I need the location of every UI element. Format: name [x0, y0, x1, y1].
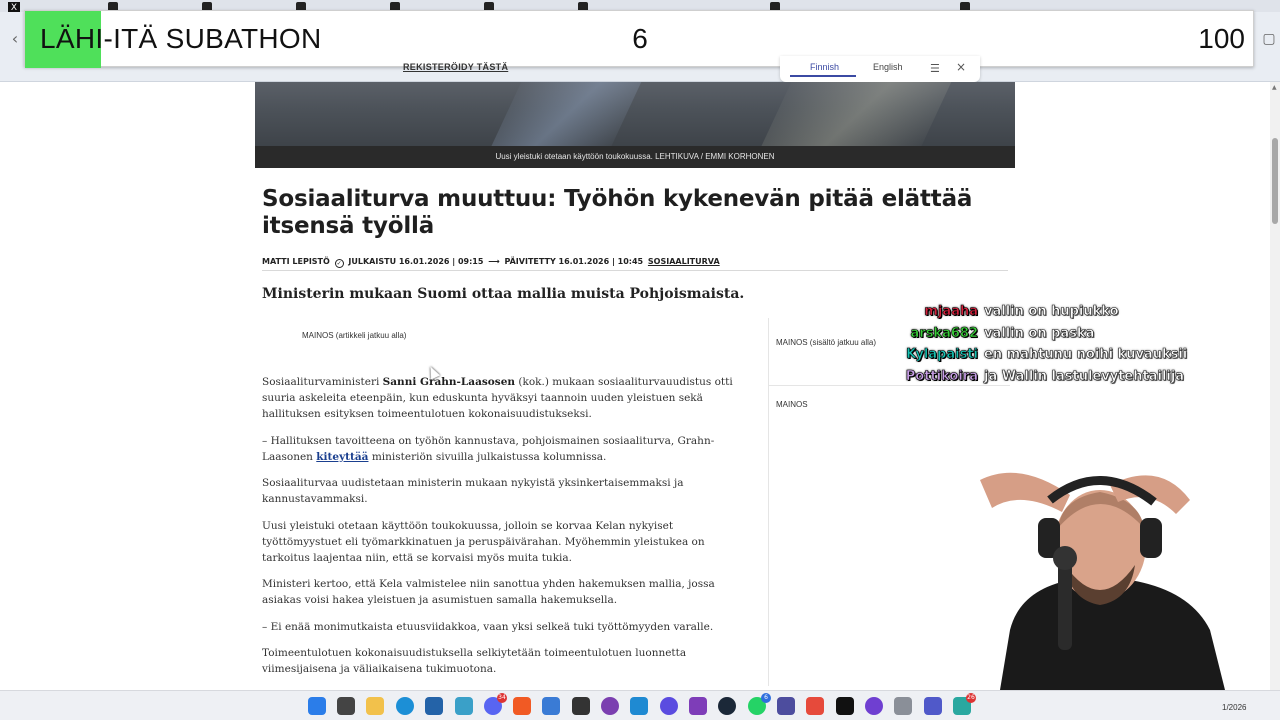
subathon-counter-right: 100 — [1198, 23, 1245, 54]
page-scrollbar[interactable]: ▲ — [1270, 82, 1280, 690]
app-icon[interactable]: 26 — [953, 693, 976, 715]
published-date: JULKAISTU 16.01.2026 | 09:15 — [348, 257, 484, 266]
save-app-icon[interactable] — [777, 697, 795, 715]
inline-ad-label: MAINOS (artikkeli jatkuu alla) — [302, 331, 407, 340]
inline-link[interactable]: kiteyttää — [316, 451, 368, 463]
brave-browser-icon[interactable] — [513, 697, 531, 715]
app-icon[interactable] — [865, 697, 883, 715]
subathon-title: LÄHI-ITÄ SUBATHON — [40, 23, 322, 54]
chat-text: en mahtunu noihi kuvauksii — [984, 347, 1188, 363]
file-explorer-icon[interactable] — [366, 697, 384, 715]
terminal-icon[interactable] — [572, 697, 590, 715]
paragraph-text: ministeriön sivuilla julkaistussa kolumn… — [368, 450, 607, 463]
menu-icon[interactable]: ☰ — [930, 62, 940, 75]
subathon-counter-middle: 6 — [632, 23, 648, 54]
streamer-silhouette — [980, 472, 1225, 690]
hero-image — [255, 82, 1015, 146]
whatsapp-badge: 6 — [761, 693, 771, 703]
scrollbar-thumb[interactable] — [1272, 138, 1278, 224]
paragraph: Uusi yleistuki otetaan käyttöön toukokuu… — [262, 519, 705, 564]
paragraph: – Hallituksen tavoitteena on työhön kann… — [262, 433, 752, 465]
scroll-up-icon[interactable]: ▲ — [1272, 84, 1277, 91]
app-icon[interactable] — [660, 697, 678, 715]
sidebar-ad-label: MAINOS (sisältö jatkuu alla) — [776, 338, 877, 347]
article-lede: Ministerin mukaan Suomi ottaa mallia mui… — [262, 286, 745, 302]
edge-browser-icon[interactable] — [396, 697, 414, 715]
article-headline: Sosiaaliturva muuttuu: Työhön kykenevän … — [262, 186, 973, 239]
chat-text: ja Wallin lastulevytehtailija — [984, 368, 1185, 384]
webcam-overlay — [980, 472, 1225, 690]
sidebar-ad-label: MAINOS — [776, 400, 808, 409]
snipping-tool-icon[interactable] — [455, 697, 473, 715]
windows-taskbar: 34 6 26 1/2026 — [0, 690, 1280, 720]
store-icon[interactable] — [425, 697, 443, 715]
article-meta: MATTI LEPISTÖ ✓ JULKAISTU 16.01.2026 | 0… — [262, 257, 1008, 271]
article-body: Sosiaaliturvaministeri Sanni Grahn-Laaso… — [262, 374, 752, 688]
lang-english[interactable]: English — [873, 62, 903, 72]
chat-username: mjaaha — [924, 304, 978, 320]
hero-caption-bar: Uusi yleistuki otetaan käyttöön toukokuu… — [255, 146, 1015, 168]
task-view-icon[interactable] — [337, 697, 355, 715]
back-arrow-icon[interactable]: ‹ — [6, 30, 24, 48]
settings-gear-icon[interactable] — [894, 697, 912, 715]
person-name: Sanni Grahn-Laasosen — [382, 376, 516, 388]
steam-icon[interactable] — [718, 697, 736, 715]
app-badge: 26 — [966, 693, 976, 703]
obs-icon[interactable] — [601, 697, 619, 715]
paragraph: Toimeentulotuen kokonaisuudistuksella se… — [262, 647, 687, 675]
register-link[interactable]: REKISTERÖIDY TÄSTÄ — [403, 62, 508, 72]
updated-date: PÄIVITETTY 16.01.2026 | 10:45 — [504, 257, 644, 266]
chat-username: Pottikoira — [905, 368, 978, 384]
tray-date: 1/2026 — [1222, 703, 1247, 712]
chat-username: arska682 — [910, 325, 978, 341]
whatsapp-icon[interactable]: 6 — [748, 693, 771, 715]
lang-finnish[interactable]: Finnish — [810, 62, 839, 72]
teams-icon[interactable] — [924, 697, 942, 715]
lang-active-underline — [790, 75, 856, 77]
subathon-overlay: LÄHI-ITÄ SUBATHON 6 100 — [24, 10, 1254, 68]
paragraph-text: Sosiaaliturvaministeri — [262, 376, 383, 388]
author[interactable]: MATTI LEPISTÖ — [262, 257, 330, 266]
paragraph: Sosiaaliturvaministeri Sanni Grahn-Laaso… — [262, 374, 752, 422]
chat-text: vallin on hupiukko — [984, 304, 1119, 320]
verified-check-icon: ✓ — [334, 259, 344, 268]
chat-message: arska682 vallin on paska — [880, 325, 1210, 348]
paragraph: Ministeri kertoo, että Kela valmistelee … — [262, 578, 715, 606]
visual-studio-icon[interactable] — [689, 697, 707, 715]
hero-highlight — [754, 82, 956, 146]
chat-message: mjaaha vallin on hupiukko — [880, 304, 1210, 326]
chat-message: Kylapaisti en mahtunu noihi kuvauksii — [880, 347, 1210, 369]
paragraph: Sosiaaliturvaa uudistetaan ministerin mu… — [262, 477, 684, 505]
arrow-icon: ⟶ — [488, 257, 500, 266]
app-icon[interactable] — [806, 697, 824, 715]
language-switcher: Finnish English ☰ × — [780, 56, 980, 82]
topic-link[interactable]: SOSIAALITURVA — [648, 257, 720, 266]
app-icon[interactable] — [836, 697, 854, 715]
chat-text: vallin on paska — [984, 325, 1095, 341]
chat-username: Kylapaisti — [906, 347, 978, 363]
discord-icon[interactable]: 34 — [484, 693, 507, 715]
notepad-icon[interactable] — [542, 697, 560, 715]
hero-highlight — [484, 82, 646, 146]
stream-chat-overlay: mjaaha vallin on hupiukko arska682 vallin o… — [880, 304, 1210, 390]
close-icon[interactable]: × — [956, 60, 966, 74]
extensions-icon[interactable]: ▢ — [1260, 30, 1278, 48]
hero-caption: Uusi yleistuki otetaan käyttöön toukokuu… — [495, 152, 775, 161]
start-menu-icon[interactable] — [308, 697, 326, 715]
discord-badge: 34 — [497, 693, 507, 703]
paragraph: – Ei enää monimutkaista etuusviidakkoa, … — [262, 620, 714, 633]
chat-message: Pottikoira ja Wallin lastulevytehtailija — [880, 368, 1210, 391]
vscode-icon[interactable] — [630, 697, 648, 715]
